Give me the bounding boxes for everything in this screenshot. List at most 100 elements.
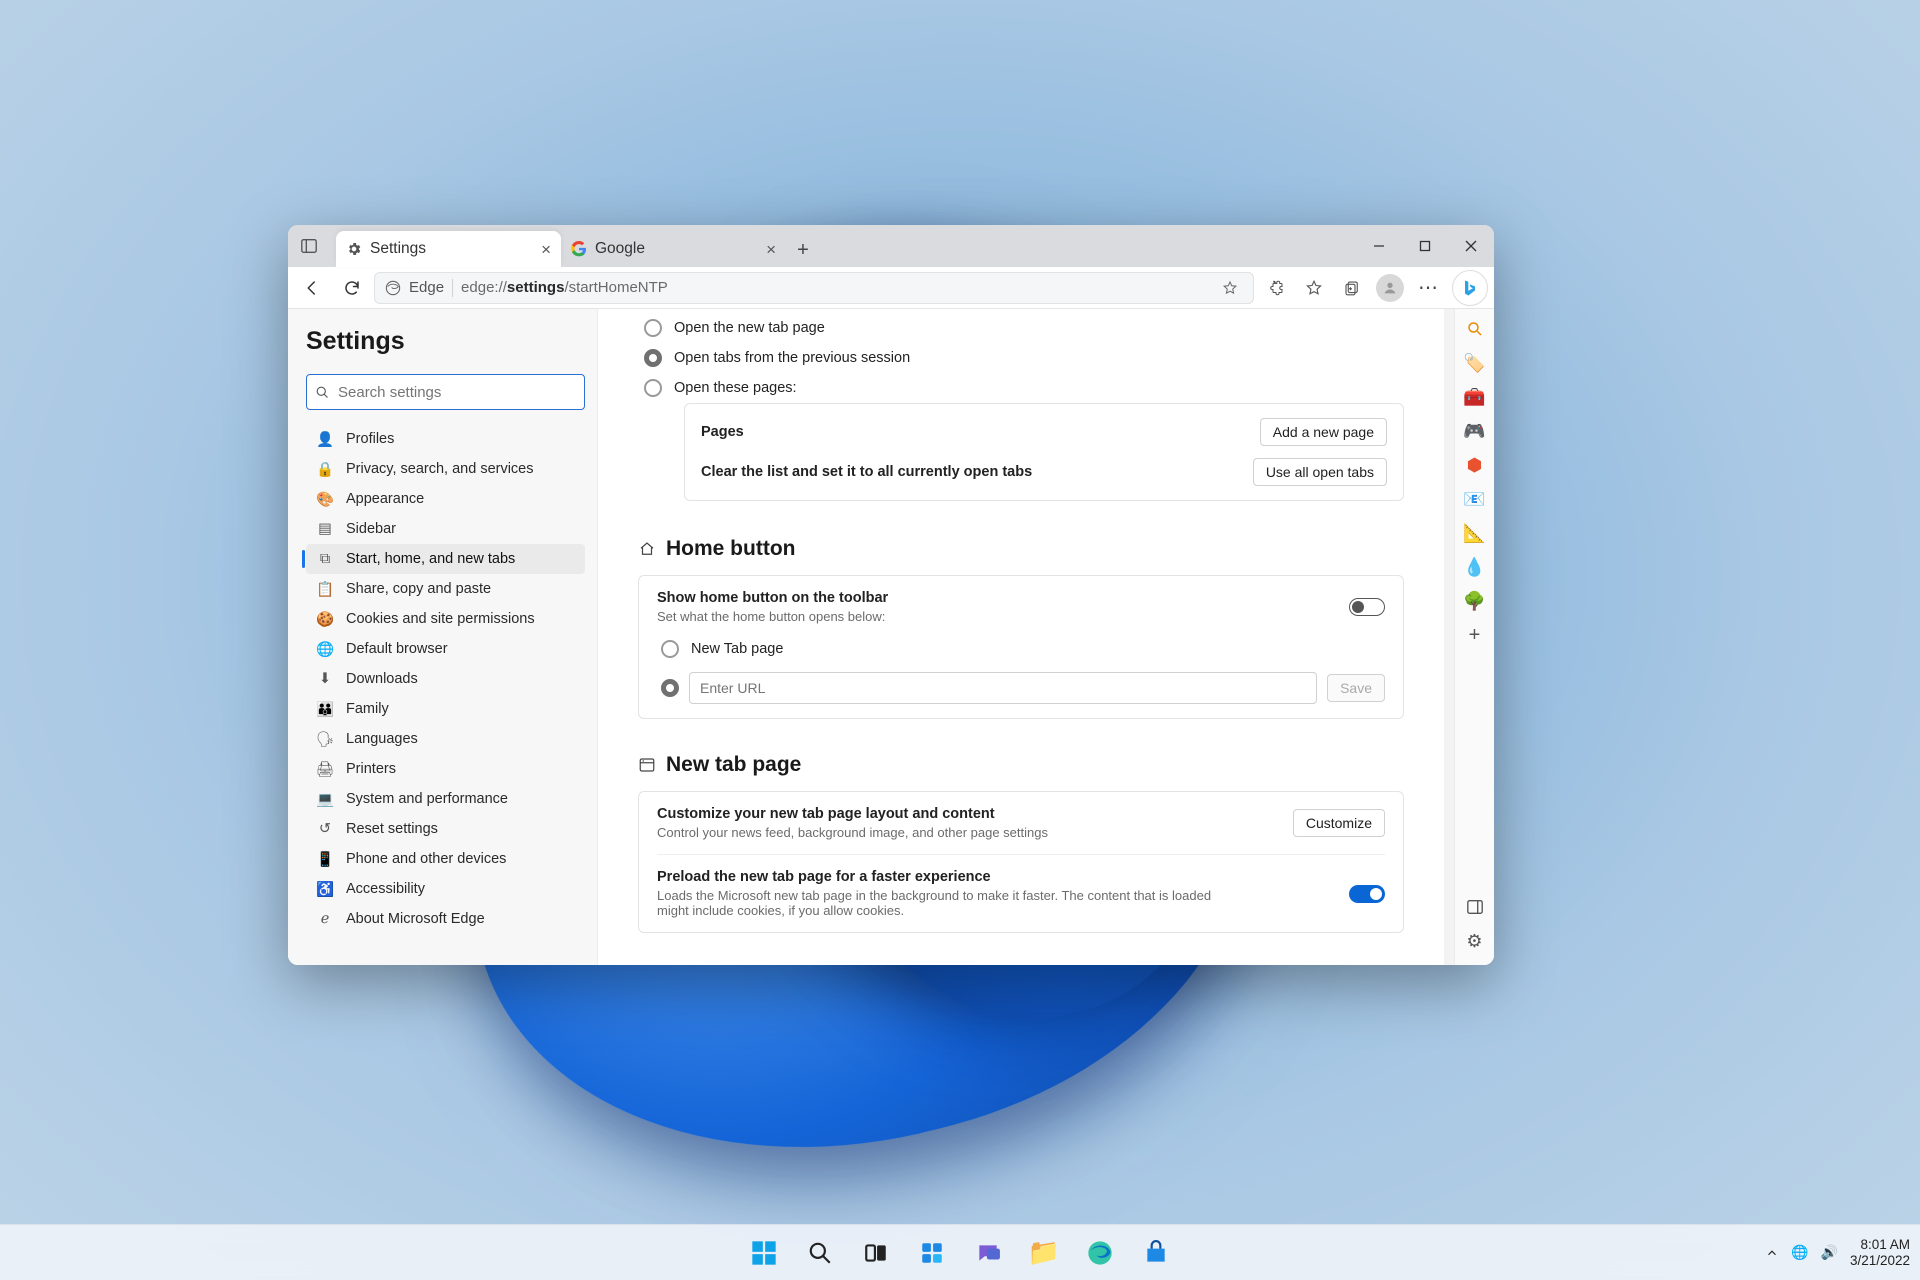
addressbar-brand: Edge	[409, 279, 444, 296]
nav-item-label: Phone and other devices	[346, 851, 506, 867]
use-all-open-tabs-button[interactable]: Use all open tabs	[1253, 458, 1387, 486]
favorite-star-icon[interactable]	[1217, 270, 1243, 306]
nav-item-start-home-and-new-tabs[interactable]: ⧉Start, home, and new tabs	[306, 544, 585, 574]
add-sidebar-button[interactable]: +	[1461, 621, 1489, 649]
store-button[interactable]	[1132, 1229, 1180, 1277]
toolbar: Edge edge://settings/startHomeNTP ⋯	[288, 267, 1494, 309]
settings-search[interactable]	[306, 374, 585, 410]
nav-item-family[interactable]: 👪Family	[306, 694, 585, 724]
titlebar: Settings × Google × +	[288, 225, 1494, 267]
settings-search-input[interactable]	[338, 384, 576, 401]
drop-icon[interactable]: 💧	[1461, 553, 1489, 581]
nav-item-label: Reset settings	[346, 821, 438, 837]
new-tab-button[interactable]: +	[786, 233, 820, 267]
nav-item-icon: 🌐	[316, 641, 334, 658]
profile-avatar[interactable]	[1372, 270, 1408, 306]
nav-item-system-and-performance[interactable]: 💻System and performance	[306, 784, 585, 814]
settings-main: Open the new tab page Open tabs from the…	[598, 309, 1444, 965]
back-button[interactable]	[294, 270, 330, 306]
nav-item-accessibility[interactable]: ♿Accessibility	[306, 874, 585, 904]
widgets-button[interactable]	[908, 1229, 956, 1277]
vertical-tabs-button[interactable]	[288, 225, 330, 267]
bing-button[interactable]	[1452, 270, 1488, 306]
start-button[interactable]	[740, 1229, 788, 1277]
home-button-url-row: Save	[657, 672, 1385, 704]
tools-icon[interactable]: 🧰	[1461, 383, 1489, 411]
taskbar-search-button[interactable]	[796, 1229, 844, 1277]
nav-item-cookies-and-site-permissions[interactable]: 🍪Cookies and site permissions	[306, 604, 585, 634]
address-bar[interactable]: Edge edge://settings/startHomeNTP	[374, 272, 1254, 304]
games-icon[interactable]: 🎮	[1461, 417, 1489, 445]
home-icon	[638, 540, 656, 558]
taskbar-clock[interactable]: 8:01 AM 3/21/2022	[1850, 1237, 1910, 1268]
nav-item-label: Cookies and site permissions	[346, 611, 535, 627]
scrollbar[interactable]	[1444, 309, 1454, 965]
nav-item-downloads[interactable]: ⬇Downloads	[306, 664, 585, 694]
nav-item-appearance[interactable]: 🎨Appearance	[306, 484, 585, 514]
taskbar: 📁 🌐 🔊 8:01 AM 3/21/2022	[0, 1224, 1920, 1280]
system-tray: 🌐 🔊 8:01 AM 3/21/2022	[1765, 1237, 1910, 1268]
edge-taskbar-button[interactable]	[1076, 1229, 1124, 1277]
close-tab-button[interactable]: ×	[541, 241, 551, 258]
edge-icon	[385, 280, 401, 296]
nav-item-label: Downloads	[346, 671, 418, 687]
collections-icon[interactable]	[1334, 270, 1370, 306]
nav-item-sidebar[interactable]: ▤Sidebar	[306, 514, 585, 544]
refresh-button[interactable]	[334, 270, 370, 306]
office-icon[interactable]: ⬢	[1461, 451, 1489, 479]
home-button-save[interactable]: Save	[1327, 674, 1385, 702]
nav-item-reset-settings[interactable]: ↺Reset settings	[306, 814, 585, 844]
add-new-page-button[interactable]: Add a new page	[1260, 418, 1387, 446]
file-explorer-button[interactable]: 📁	[1020, 1229, 1068, 1277]
volume-icon[interactable]: 🔊	[1821, 1244, 1838, 1261]
home-button-panel: Show home button on the toolbar Set what…	[638, 575, 1404, 719]
nav-item-about-microsoft-edge[interactable]: ℯAbout Microsoft Edge	[306, 904, 585, 934]
nav-item-default-browser[interactable]: 🌐Default browser	[306, 634, 585, 664]
search-icon[interactable]	[1461, 315, 1489, 343]
task-view-button[interactable]	[852, 1229, 900, 1277]
close-window-button[interactable]	[1448, 225, 1494, 267]
extensions-icon[interactable]	[1258, 270, 1294, 306]
gear-icon	[346, 241, 362, 257]
nav-item-label: Printers	[346, 761, 396, 777]
chat-button[interactable]	[964, 1229, 1012, 1277]
nav-item-icon: ♿	[316, 881, 334, 898]
settings-nav-list: 👤Profiles🔒Privacy, search, and services🎨…	[306, 424, 585, 934]
newtab-customize-button[interactable]: Customize	[1293, 809, 1385, 837]
content: Settings 👤Profiles🔒Privacy, search, and …	[288, 309, 1494, 965]
network-icon[interactable]: 🌐	[1791, 1244, 1808, 1261]
favorites-icon[interactable]	[1296, 270, 1332, 306]
tab-settings[interactable]: Settings ×	[336, 231, 561, 267]
settings-title: Settings	[306, 327, 585, 356]
tree-icon[interactable]: 🌳	[1461, 587, 1489, 615]
nav-item-profiles[interactable]: 👤Profiles	[306, 424, 585, 454]
radio-icon[interactable]	[661, 679, 679, 697]
startup-radio-open-these-pages[interactable]: Open these pages:	[644, 373, 1404, 403]
newtab-preload-toggle[interactable]	[1349, 885, 1385, 903]
startup-radio-previous-session[interactable]: Open tabs from the previous session	[644, 343, 1404, 373]
math-icon[interactable]: 📐	[1461, 519, 1489, 547]
minimize-button[interactable]	[1356, 225, 1402, 267]
show-home-button-toggle[interactable]	[1349, 598, 1385, 616]
radio-icon	[644, 379, 662, 397]
nav-item-share-copy-and-paste[interactable]: 📋Share, copy and paste	[306, 574, 585, 604]
home-button-url-input[interactable]	[689, 672, 1317, 704]
maximize-button[interactable]	[1402, 225, 1448, 267]
more-menu-button[interactable]: ⋯	[1410, 270, 1446, 306]
tray-overflow-icon[interactable]	[1765, 1246, 1779, 1260]
home-button-radio-newtab[interactable]: New Tab page	[661, 634, 1385, 664]
hide-sidebar-icon[interactable]	[1461, 893, 1489, 921]
nav-item-phone-and-other-devices[interactable]: 📱Phone and other devices	[306, 844, 585, 874]
nav-item-privacy-search-and-services[interactable]: 🔒Privacy, search, and services	[306, 454, 585, 484]
tab-google[interactable]: Google ×	[561, 231, 786, 267]
nav-item-printers[interactable]: 🖨Printers	[306, 754, 585, 784]
outlook-icon[interactable]: 📧	[1461, 485, 1489, 513]
startup-radio-new-tab[interactable]: Open the new tab page	[644, 313, 1404, 343]
pages-heading: Pages	[701, 424, 744, 440]
shopping-tag-icon[interactable]: 🏷️	[1461, 349, 1489, 377]
nav-item-icon: ⧉	[316, 551, 334, 567]
sidebar-settings-icon[interactable]: ⚙	[1461, 927, 1489, 955]
tabstrip: Settings × Google × +	[330, 225, 1356, 267]
close-tab-button[interactable]: ×	[766, 241, 776, 258]
nav-item-languages[interactable]: 🗣Languages	[306, 724, 585, 754]
